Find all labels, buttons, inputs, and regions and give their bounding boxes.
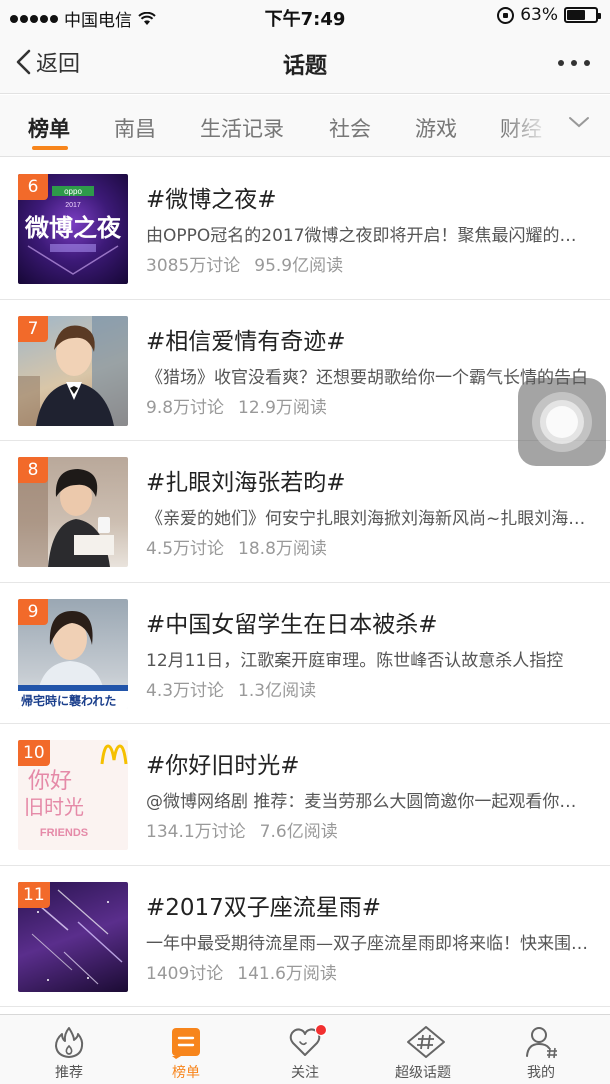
discussion-count: 134.1万讨论 — [146, 822, 246, 842]
read-count: 12.9万阅读 — [238, 397, 327, 418]
svg-text:FRIENDS: FRIENDS — [40, 827, 88, 839]
tabbar-item-recommend[interactable]: 推荐 — [8, 1015, 130, 1084]
tab-nanchang[interactable]: 南昌 — [114, 113, 156, 143]
expand-tabs-button[interactable] — [552, 95, 610, 156]
topic-title: #2017双子座流星雨# — [146, 894, 382, 921]
oppo-logo: oppo — [64, 187, 82, 196]
topic-stats: 4.3万讨论 1.3亿阅读 — [146, 676, 316, 701]
read-count: 7.6亿阅读 — [259, 822, 338, 842]
topic-title: #中国女留学生在日本被杀# — [146, 611, 438, 638]
tabbar-item-super-topics[interactable]: 超级话题 — [362, 1015, 484, 1084]
status-bar: 中国电信 下午7:49 63% — [0, 0, 610, 32]
topic-stats: 1409讨论 141.6万阅读 — [146, 959, 337, 984]
tabbar-item-follow[interactable]: 关注 — [244, 1015, 366, 1084]
topic-item[interactable]: 帰宅時に襲われた 9 #中国女留学生在日本被杀# 12月11日，江歌案开庭审理。… — [0, 582, 610, 724]
svg-text:2017: 2017 — [65, 202, 81, 209]
read-count: 1.3亿阅读 — [238, 680, 317, 701]
assistive-touch-button[interactable] — [518, 378, 606, 466]
topic-list: oppo 2017 微博之夜 6 #微博之夜# 由OPPO冠名的2017微博之夜… — [0, 158, 610, 1007]
rank-badge: 11 — [18, 881, 50, 908]
list-icon — [172, 1028, 200, 1059]
topic-title: #相信爱情有奇迹# — [146, 328, 346, 355]
topic-thumbnail: 7 — [18, 315, 128, 426]
tabbar-item-rankings[interactable]: 榜单 — [125, 1015, 247, 1084]
tabbar-label: 关注 — [291, 1065, 319, 1081]
topic-thumbnail: oppo 2017 微博之夜 6 — [18, 174, 128, 284]
flame-icon — [55, 1027, 84, 1058]
topic-thumbnail: 8 — [18, 457, 128, 567]
topic-title: #你好旧时光# — [146, 753, 300, 779]
tabbar-label: 我的 — [527, 1065, 555, 1081]
topic-description: 《亲爱的她们》何安宁扎眼刘海掀刘海新风尚~扎眼刘海你爱了吗 — [146, 509, 588, 529]
battery-group: 63% — [497, 5, 601, 25]
topic-title: #扎眼刘海张若昀# — [146, 470, 346, 496]
topic-stats: 9.8万讨论 12.9万阅读 — [146, 393, 327, 418]
discussion-count: 4.3万讨论 — [146, 680, 225, 701]
topic-thumbnail: 你好 旧时光 FRIENDS 10 — [18, 740, 128, 850]
tabbar-label: 推荐 — [55, 1065, 83, 1081]
notification-dot — [315, 1024, 327, 1036]
battery-percent: 63% — [520, 5, 558, 25]
tabbar-item-mine[interactable]: 我的 — [480, 1015, 602, 1084]
person-icon — [526, 1027, 557, 1059]
hashtag-icon — [407, 1026, 445, 1058]
tab-life-record[interactable]: 生活记录 — [200, 113, 284, 143]
tab-games[interactable]: 游戏 — [415, 113, 457, 143]
category-tabs: 榜单 南昌 生活记录 社会 游戏 财经 — [0, 95, 610, 157]
topic-description: 一年中最受期待流星雨—双子座流星雨即将来临！快来围观吧 — [146, 933, 588, 954]
more-dot-icon — [558, 60, 564, 66]
rank-badge: 10 — [18, 740, 50, 766]
topic-item[interactable]: 你好 旧时光 FRIENDS 10 #你好旧时光# @微博网络剧 推荐：麦当劳那… — [0, 724, 610, 866]
read-count: 141.6万阅读 — [237, 963, 337, 984]
thumbnail-text: 微博之夜 — [24, 214, 122, 242]
topic-stats: 3085万讨论 95.9亿阅读 — [146, 251, 343, 276]
read-count: 18.8万阅读 — [238, 539, 327, 559]
discussion-count: 4.5万讨论 — [146, 539, 225, 559]
topic-description: 由OPPO冠名的2017微博之夜即将开启！聚焦最闪耀的明星与最具影响力的时刻 — [146, 226, 588, 246]
topic-thumbnail: 11 — [18, 881, 128, 992]
tab-rankings[interactable]: 榜单 — [28, 113, 70, 143]
topic-description: 12月11日，江歌案开庭审理。陈世峰否认故意杀人指控 — [146, 650, 564, 671]
topic-stats: 134.1万讨论 7.6亿阅读 — [146, 817, 338, 842]
bottom-tab-bar: 推荐 榜单 关注 超级话题 我的 — [0, 1014, 610, 1084]
topic-item[interactable]: 8 #扎眼刘海张若昀# 《亲爱的她们》何安宁扎眼刘海掀刘海新风尚~扎眼刘海你爱了… — [0, 441, 610, 583]
navigation-bar: 返回 话题 — [0, 32, 610, 94]
topic-thumbnail: 帰宅時に襲われた 9 — [18, 598, 128, 709]
active-tab-indicator — [32, 146, 68, 150]
discussion-count: 9.8万讨论 — [146, 397, 225, 418]
topic-item[interactable]: 11 #2017双子座流星雨# 一年中最受期待流星雨—双子座流星雨即将来临！快来… — [0, 865, 610, 1007]
battery-icon — [564, 7, 601, 23]
chevron-down-icon — [569, 117, 589, 128]
topic-title: #微博之夜# — [146, 187, 277, 213]
svg-text:旧时光: 旧时光 — [24, 795, 84, 819]
page-title: 话题 — [282, 54, 327, 79]
orientation-lock-icon — [497, 6, 515, 24]
thumbnail-caption: 帰宅時に襲われた — [21, 693, 116, 708]
topic-description: @微博网络剧 推荐：麦当劳那么大圆筒邀你一起观看你好旧时光 — [146, 792, 588, 812]
rank-badge: 6 — [18, 174, 48, 200]
rank-badge: 8 — [18, 457, 48, 483]
topic-stats: 4.5万讨论 18.8万阅读 — [146, 534, 327, 559]
tab-fade — [502, 95, 552, 156]
tabbar-label: 榜单 — [172, 1065, 200, 1081]
tab-society[interactable]: 社会 — [329, 113, 371, 143]
discussion-count: 3085万讨论 — [146, 256, 241, 276]
discussion-count: 1409讨论 — [146, 963, 224, 984]
rank-badge: 9 — [18, 598, 48, 625]
read-count: 95.9亿阅读 — [254, 256, 344, 276]
rank-badge: 7 — [18, 315, 48, 342]
tabbar-label: 超级话题 — [395, 1065, 451, 1081]
topic-item[interactable]: oppo 2017 微博之夜 6 #微博之夜# 由OPPO冠名的2017微博之夜… — [0, 158, 610, 300]
more-button[interactable] — [558, 60, 590, 66]
svg-text:你好: 你好 — [28, 769, 72, 794]
